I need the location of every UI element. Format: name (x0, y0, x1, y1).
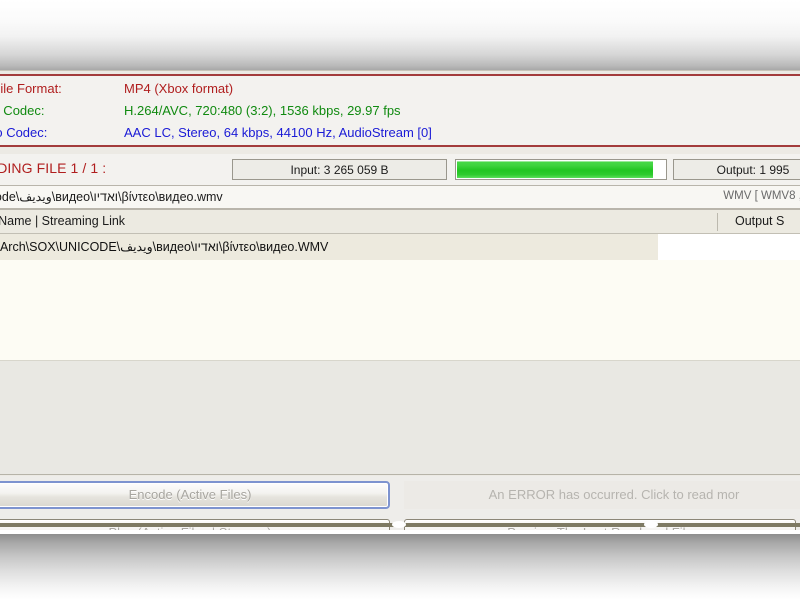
info-row-video-codec: deo Codec: H.264/AVC, 720:480 (3:2), 153… (0, 100, 800, 122)
current-file-format: WMV [ WMV8 , WMAV (723, 190, 800, 202)
screen-root: to File Format: MP4 (Xbox format) deo Co… (0, 0, 800, 600)
log-output-panel[interactable] (0, 360, 800, 475)
file-list-empty-area[interactable] (0, 260, 800, 360)
encode-progress-fill (457, 161, 653, 178)
audio-codec-label: udio Codec: (0, 125, 48, 140)
file-list-header[interactable]: FileName | Streaming Link Output S (0, 210, 800, 234)
file-path-cell: C:\Arch\SOX\UNICODE\فيديو\видео\וידאו\βί… (0, 240, 329, 254)
file-format-value: MP4 (Xbox format) (124, 81, 234, 96)
output-bytes-readout: Output: 1 995 (673, 159, 800, 180)
input-bytes-readout: Input: 3 265 059 B (232, 159, 447, 180)
video-codec-label: deo Codec: (0, 103, 45, 118)
encode-progress-bar (455, 159, 667, 180)
encoding-status-bar: CODING FILE 1 / 1 : Input: 3 265 059 B O… (0, 154, 800, 186)
encoding-file-title: CODING FILE 1 / 1 : (0, 160, 107, 176)
column-header-output-size[interactable]: Output S (735, 214, 784, 228)
codec-info-panel: to File Format: MP4 (Xbox format) deo Co… (0, 74, 800, 147)
column-separator (717, 213, 718, 231)
video-codec-value: H.264/AVC, 720:480 (3:2), 1536 kbps, 29.… (124, 103, 401, 118)
column-header-filename[interactable]: FileName | Streaming Link (0, 214, 125, 228)
table-row[interactable]: C:\Arch\SOX\UNICODE\فيديو\видео\וידאו\βί… (0, 234, 658, 260)
current-file-name: unicode\فيديو\видео\וידאו\βίντεο\видео.w… (0, 190, 223, 204)
audio-codec-value: AAC LC, Stereo, 64 kbps, 44100 Hz, Audio… (124, 125, 432, 140)
info-row-file-format: to File Format: MP4 (Xbox format) (0, 78, 800, 100)
bottom-chrome-band (0, 534, 800, 600)
top-chrome-band (0, 0, 800, 70)
info-row-audio-codec: udio Codec: AAC LC, Stereo, 64 kbps, 441… (0, 122, 800, 144)
file-list-body[interactable]: C:\Arch\SOX\UNICODE\فيديو\видео\וידאו\βί… (0, 234, 800, 360)
window-edge-notch-left (392, 521, 406, 528)
encoder-app-window: to File Format: MP4 (Xbox format) deo Co… (0, 70, 800, 530)
error-notice-button[interactable]: An ERROR has occurred. Click to read mor (404, 481, 800, 509)
encode-button[interactable]: Encode (Active Files) (0, 481, 390, 509)
window-edge-notch-right (644, 521, 658, 528)
file-format-label: to File Format: (0, 81, 62, 96)
current-file-strip: unicode\فيديو\видео\וידאו\βίντεο\видео.w… (0, 186, 800, 210)
